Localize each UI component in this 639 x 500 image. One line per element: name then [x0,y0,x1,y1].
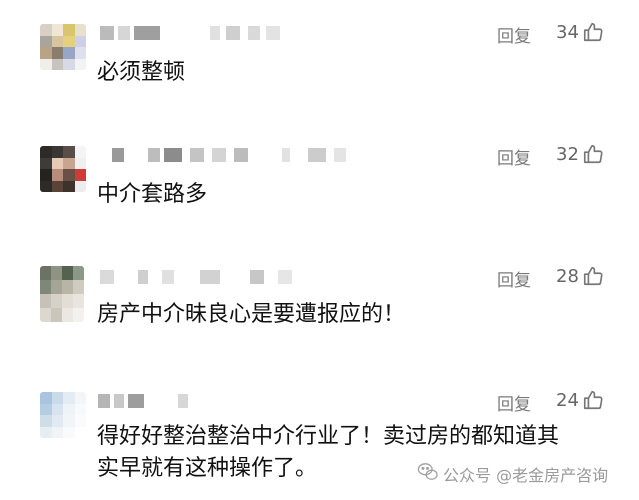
avatar[interactable] [40,392,86,438]
thumbs-up-icon [582,143,604,165]
comment-text-line-1: 得好好整治整治中介行业了！卖过房的都知道其 [97,424,560,449]
like-count: 34 [556,21,579,43]
comment-text: 房产中介昧良心是要遭报应的！ [97,302,406,327]
like-button[interactable]: 24 [556,389,604,411]
reply-button[interactable]: 回复 [497,144,531,169]
username-redacted [112,148,352,166]
thumbs-up-icon [582,389,604,411]
avatar[interactable] [40,24,86,70]
wechat-icon [417,462,439,486]
watermark: 公众号 @老金房产咨询 [417,462,608,486]
comment-text-line-2: 实早就有这种操作了。 [97,456,318,481]
avatar[interactable] [40,266,84,322]
username-redacted [100,270,310,288]
username-redacted [98,394,228,412]
like-count: 28 [556,265,579,287]
username-redacted [100,26,300,44]
like-button[interactable]: 34 [556,21,604,43]
avatar[interactable] [40,146,86,192]
like-count: 32 [556,143,579,165]
comment-text: 必须整顿 [97,60,186,85]
like-count: 24 [556,389,579,411]
watermark-text: 公众号 @老金房产咨询 [443,466,609,485]
reply-button[interactable]: 回复 [497,22,531,47]
reply-button[interactable]: 回复 [497,266,531,291]
like-button[interactable]: 32 [556,143,604,165]
reply-button[interactable]: 回复 [497,390,531,415]
like-button[interactable]: 28 [556,265,604,287]
thumbs-up-icon [582,265,604,287]
comment-text: 中介套路多 [97,182,208,207]
thumbs-up-icon [582,21,604,43]
